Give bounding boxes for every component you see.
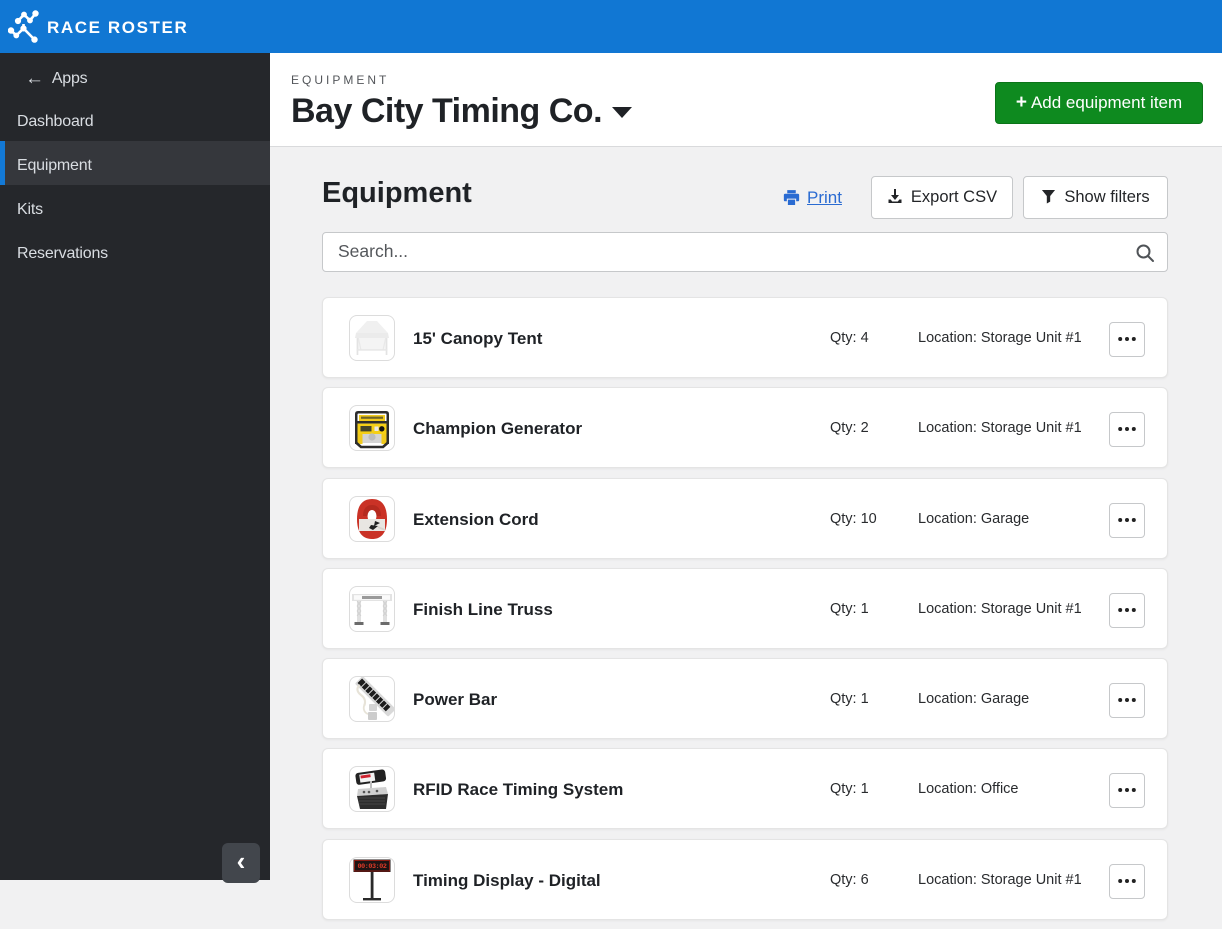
svg-text:00:03:02: 00:03:02 — [358, 863, 387, 871]
